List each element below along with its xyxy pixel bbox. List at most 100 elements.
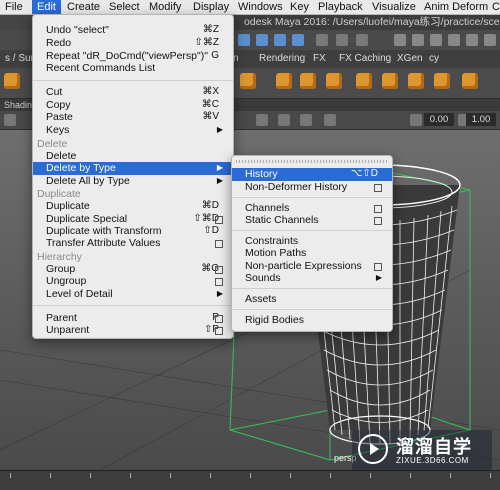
move-icon[interactable] [430,34,442,46]
option-box-icon[interactable] [215,278,223,286]
menu-display[interactable]: Display [193,0,229,14]
exposure-field[interactable]: 0.00 [424,113,454,126]
paint-select-icon[interactable] [412,34,424,46]
menu-item-redo[interactable]: Redo ⇧⌘Z [33,37,233,50]
submenu-item-non-deformer-history[interactable]: Non-Deformer History [232,181,392,194]
scale-icon[interactable] [466,34,478,46]
menu-playback[interactable]: Playback [318,0,363,14]
menu-select[interactable]: Select [109,0,140,14]
option-box-icon[interactable] [215,216,223,224]
tab-xgen[interactable]: XGen [392,50,428,68]
tab-custom[interactable]: cy [424,50,444,68]
option-box-icon[interactable] [215,315,223,323]
section-header-duplicate: Duplicate [37,188,81,200]
menu-modify[interactable]: Modify [149,0,181,14]
edit-menu: Undo "select" ⌘Z Redo ⇧⌘Z Repeat "dR_DoCmd… [32,14,234,339]
menu-item-delete-all-by-type[interactable]: Delete All by Type ▶ [33,175,233,188]
lasso-icon[interactable] [394,34,406,46]
textured-icon[interactable] [300,114,312,126]
poly-extrude-icon[interactable] [434,73,450,89]
smooth-shade-icon[interactable] [278,114,290,126]
submenu-item-channels[interactable]: Channels [232,202,392,215]
snap-plane-icon[interactable] [292,34,304,46]
poly-torus-icon[interactable] [382,73,398,89]
time-tick [10,473,11,478]
menu-create[interactable]: Create [67,0,100,14]
menu-item-duplicate[interactable]: Duplicate ⌘D [33,200,233,213]
menu-separator [232,230,392,231]
menu-item-repeat[interactable]: Repeat "dR_DoCmd("viewPersp")" G [33,50,233,63]
menu-item-recent-commands[interactable]: Recent Commands List [33,62,233,75]
submenu-item-motion-paths[interactable]: Motion Paths [232,247,392,260]
camera-icon[interactable] [4,114,16,126]
menu-file[interactable]: File [5,0,23,14]
snap-point-icon[interactable] [274,34,286,46]
menu-item-delete[interactable]: Delete [33,150,233,163]
menu-item-group[interactable]: Group ⌘G [33,263,233,276]
menu-key[interactable]: Key [290,0,309,14]
ipr-icon[interactable] [336,34,348,46]
menu-item-undo[interactable]: Undo "select" ⌘Z [33,24,233,37]
menu-edit[interactable]: Edit [32,0,61,14]
submenu-arrow-icon: ▶ [216,289,223,298]
poly-cube-icon[interactable] [4,73,20,89]
watermark-url: ZIXUE.3D66.COM [396,456,469,465]
option-box-icon[interactable] [374,205,382,213]
menu-item-cut[interactable]: Cut ⌘X [33,86,233,99]
menu-overflow[interactable]: C [492,0,500,14]
lights-icon[interactable] [324,114,336,126]
poly-bevel-icon[interactable] [462,73,478,89]
soft-select-icon[interactable] [484,34,496,46]
menu-item-delete-by-type[interactable]: Delete by Type ▶ [33,162,233,175]
poly-cube-icon[interactable] [276,73,292,89]
option-box-icon[interactable] [374,184,382,192]
menu-item-paste[interactable]: Paste ⌘V [33,111,233,124]
option-box-icon[interactable] [215,266,223,274]
submenu-item-non-particle-expressions[interactable]: Non-particle Expressions [232,260,392,273]
time-slider[interactable] [0,470,500,490]
menu-item-keys[interactable]: Keys ▶ [33,124,233,137]
submenu-item-sounds[interactable]: Sounds ▶ [232,272,392,285]
menu-anim-deform[interactable]: Anim Deform [424,0,488,14]
gamma-field[interactable]: 1.00 [466,113,496,126]
submenu-item-static-channels[interactable]: Static Channels [232,214,392,227]
poly-cube-icon[interactable] [240,73,256,89]
render-icon[interactable] [316,34,328,46]
menu-item-level-of-detail[interactable]: Level of Detail ▶ [33,288,233,301]
snap-grid-icon[interactable] [238,34,250,46]
submenu-item-assets[interactable]: Assets [232,293,392,306]
submenu-item-constraints[interactable]: Constraints [232,235,392,248]
option-box-icon[interactable] [374,217,382,225]
option-box-icon[interactable] [215,327,223,335]
tab-rendering[interactable]: Rendering [254,50,310,68]
tear-off-handle[interactable] [236,160,388,163]
option-box-icon[interactable] [374,263,382,271]
submenu-arrow-icon: ▶ [216,125,223,134]
menu-item-unparent[interactable]: Unparent ⇧P [33,324,233,337]
option-box-icon[interactable] [215,240,223,248]
tab-fx-caching[interactable]: FX Caching [334,50,396,68]
submenu-item-history[interactable]: History ⌥⇧D [232,168,392,181]
menu-item-ungroup[interactable]: Ungroup [33,275,233,288]
submenu-arrow-icon: ▶ [216,176,223,185]
rotate-icon[interactable] [448,34,460,46]
poly-cylinder-icon[interactable] [326,73,342,89]
wireframe-icon[interactable] [256,114,268,126]
menu-item-duplicate-special[interactable]: Duplicate Special ⇧⌘D [33,213,233,226]
menu-visualize[interactable]: Visualize [372,0,416,14]
menu-item-transfer-attribute-values[interactable]: Transfer Attribute Values [33,237,233,250]
tab-fx[interactable]: FX [308,50,331,68]
poly-combine-icon[interactable] [408,73,424,89]
exposure-icon[interactable] [410,114,422,126]
time-tick [210,473,211,478]
submenu-item-rigid-bodies[interactable]: Rigid Bodies [232,314,392,327]
menu-item-parent[interactable]: Parent P [33,312,233,325]
menu-windows[interactable]: Windows [238,0,283,14]
poly-sphere-icon[interactable] [300,73,316,89]
panel-menu-shading[interactable]: Shadin [4,99,32,111]
render-settings-icon[interactable] [356,34,368,46]
poly-plane-icon[interactable] [356,73,372,89]
menu-item-copy[interactable]: Copy ⌘C [33,99,233,112]
snap-curve-icon[interactable] [256,34,268,46]
menu-item-duplicate-with-transform[interactable]: Duplicate with Transform ⇧D [33,225,233,238]
